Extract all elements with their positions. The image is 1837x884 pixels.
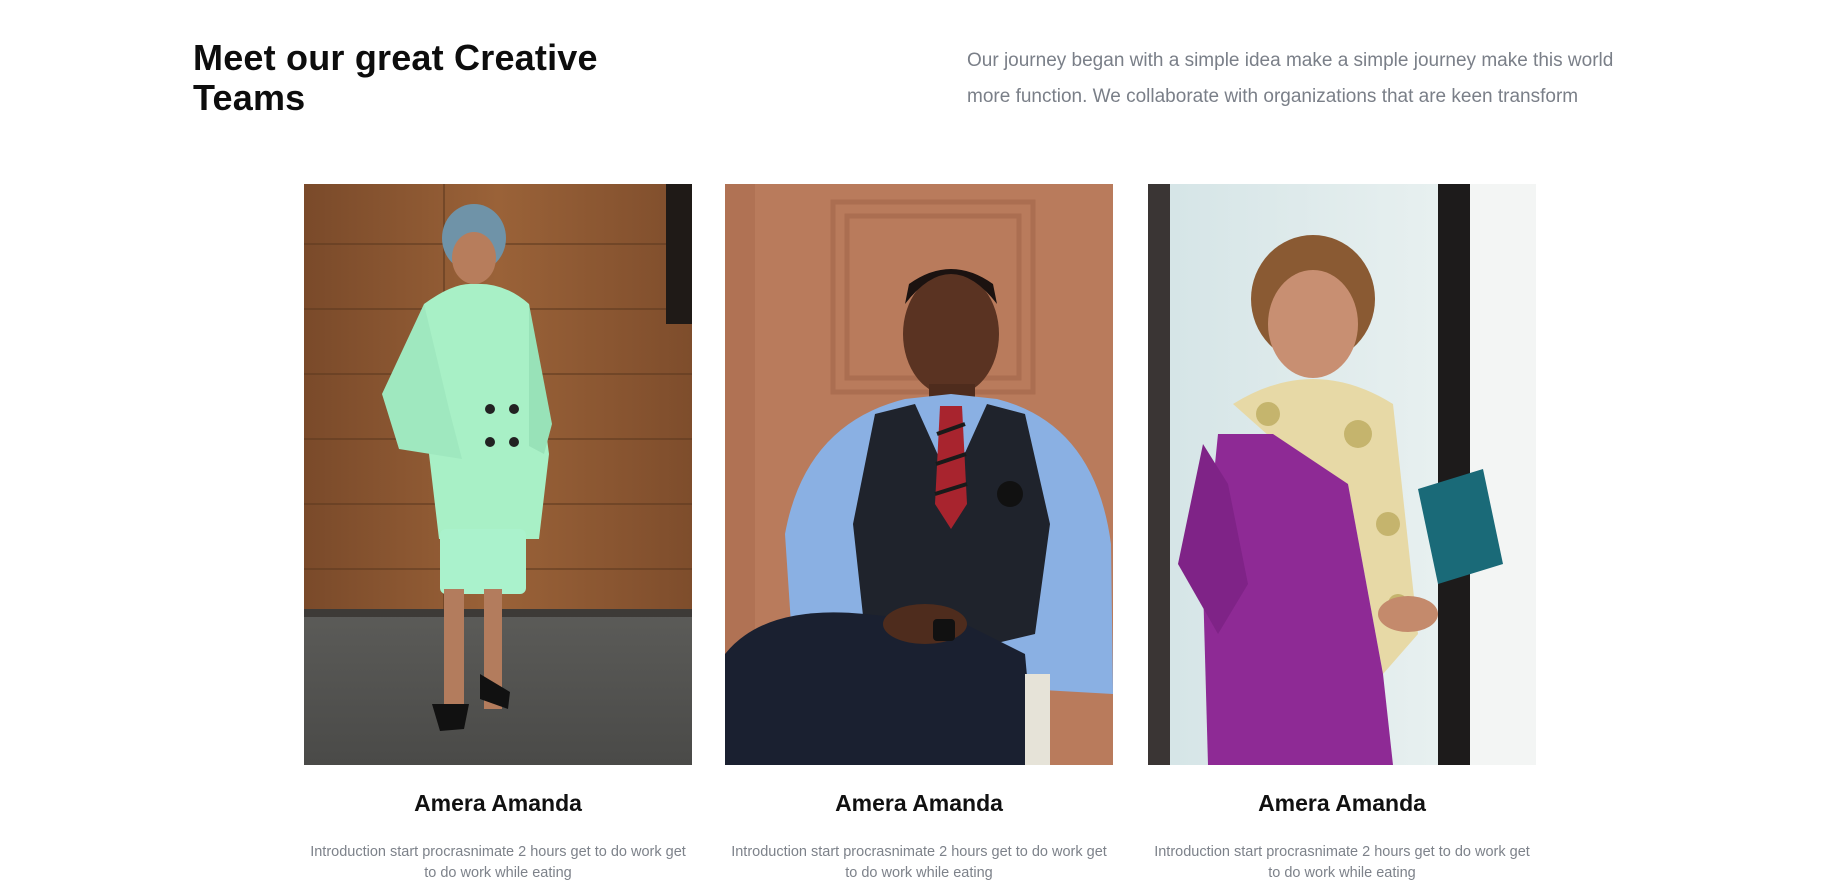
team-member-name: Amera Amanda [414, 790, 582, 816]
section-title: Meet our great Creative Teams [193, 37, 598, 118]
team-member-name: Amera Amanda [1258, 790, 1426, 816]
team-cards: Amera Amanda Introduction start procrasn… [304, 184, 1540, 881]
team-member-photo [304, 184, 692, 765]
team-card[interactable]: Amera Amanda Introduction start procrasn… [1148, 184, 1536, 881]
section-intro: Our journey began with a simple idea mak… [967, 50, 1614, 107]
team-member-photo [725, 184, 1113, 765]
team-member-name: Amera Amanda [835, 790, 1003, 816]
team-member-photo [1148, 184, 1536, 765]
team-section: Meet our great Creative Teams Our journe… [0, 0, 1837, 882]
team-card[interactable]: Amera Amanda Introduction start procrasn… [304, 184, 692, 881]
team-card[interactable]: Amera Amanda Introduction start procrasn… [725, 184, 1113, 881]
